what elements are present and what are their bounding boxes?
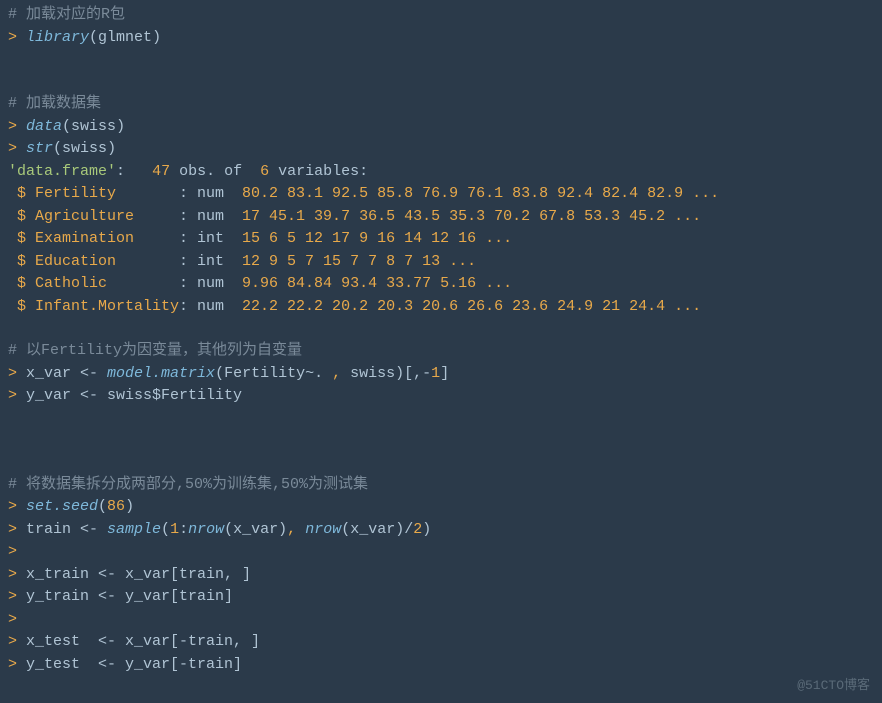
blank-line [8,408,874,430]
comment-load-pkg: # 加载对应的R包 [8,4,874,27]
prompt-empty: > [8,541,874,564]
output-var-examination: $ Examination : int 15 6 5 12 17 9 16 14… [8,228,874,251]
code-xtest: > x_test <- x_var[-train, ] [8,631,874,654]
code-train: > train <- sample(1:nrow(x_var), nrow(x_… [8,519,874,542]
output-var-education: $ Education : int 12 9 5 7 15 7 7 8 7 13… [8,251,874,274]
blank-line [8,452,874,474]
code-ytrain: > y_train <- y_var[train] [8,586,874,609]
code-xvar: > x_var <- model.matrix(Fertility~. , sw… [8,363,874,386]
blank-line [8,430,874,452]
code-str: > str(swiss) [8,138,874,161]
output-dataframe: 'data.frame': 47 obs. of 6 variables: [8,161,874,184]
prompt-empty: > [8,609,874,632]
code-seed: > set.seed(86) [8,496,874,519]
comment-load-data: # 加载数据集 [8,93,874,116]
code-ytest: > y_test <- y_var[-train] [8,654,874,677]
watermark: @51CTO博客 [797,676,870,696]
code-yvar: > y_var <- swiss$Fertility [8,385,874,408]
output-var-fertility: $ Fertility : num 80.2 83.1 92.5 85.8 76… [8,183,874,206]
comment-split: # 将数据集拆分成两部分,50%为训练集,50%为测试集 [8,474,874,497]
blank-line [8,71,874,93]
code-xtrain: > x_train <- x_var[train, ] [8,564,874,587]
code-library: > library(glmnet) [8,27,874,50]
blank-line [8,49,874,71]
output-var-catholic: $ Catholic : num 9.96 84.84 93.4 33.77 5… [8,273,874,296]
blank-line [8,318,874,340]
output-var-agriculture: $ Agriculture : num 17 45.1 39.7 36.5 43… [8,206,874,229]
code-data: > data(swiss) [8,116,874,139]
output-var-mortality: $ Infant.Mortality: num 22.2 22.2 20.2 2… [8,296,874,319]
comment-vars: # 以Fertility为因变量，其他列为自变量 [8,340,874,363]
